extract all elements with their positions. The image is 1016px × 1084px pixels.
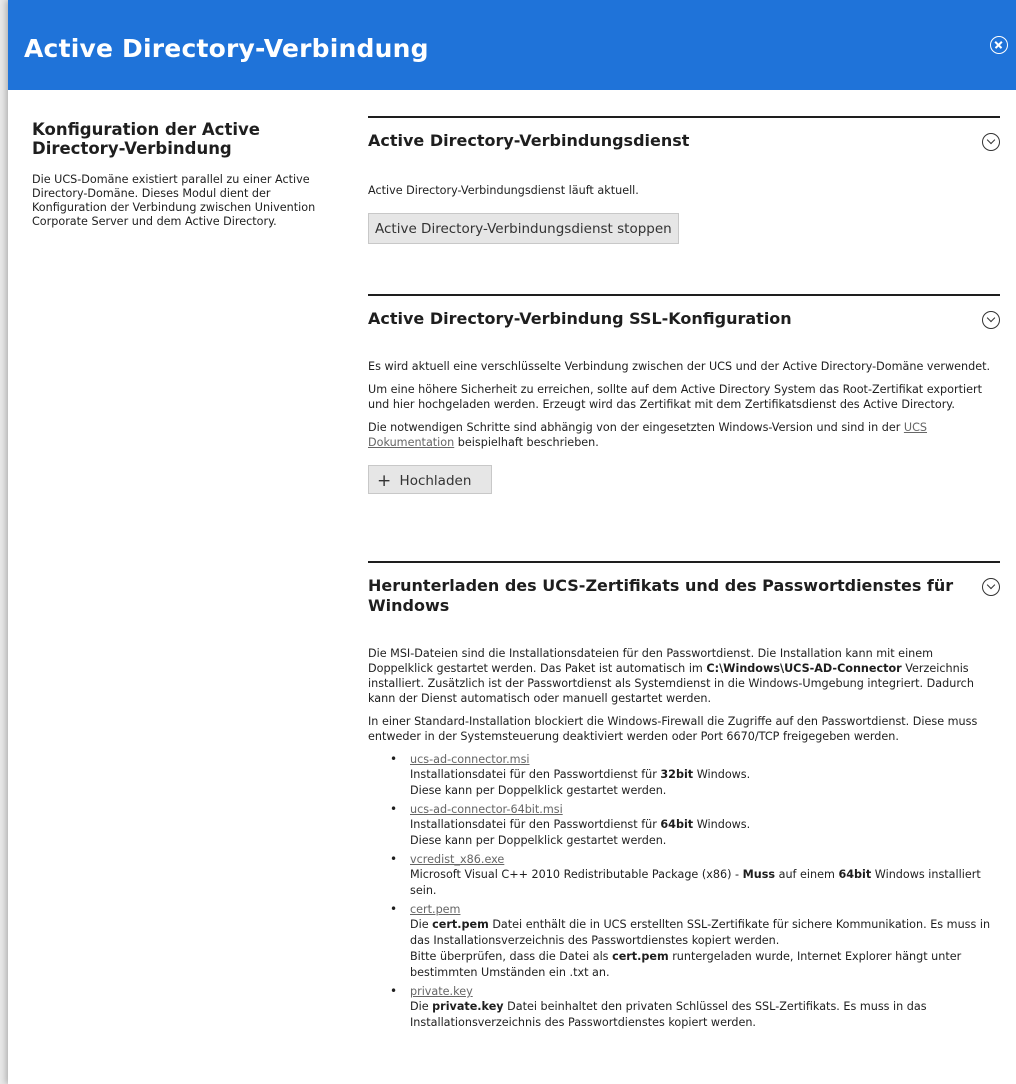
file-description: Die private.key Datei beinhaltet den pri… <box>410 1000 927 1029</box>
file-note: Diese kann per Doppelklick gestartet wer… <box>410 834 667 847</box>
file-link-ucs-ad-connector-msi[interactable]: ucs-ad-connector.msi <box>410 752 1000 767</box>
dialog-window: Active Directory-Verbindung Konfiguratio… <box>8 0 1016 1084</box>
list-item: ucs-ad-connector.msi Installationsdatei … <box>390 752 1000 799</box>
window-title: Active Directory-Verbindung <box>24 34 429 63</box>
file-link-private-key[interactable]: private.key <box>410 984 1000 999</box>
download-section-header[interactable]: Herunterladen des UCS-Zertifikats und de… <box>368 563 1000 616</box>
file-description: Die cert.pem Datei enthält die in UCS er… <box>410 918 991 947</box>
chevron-down-icon[interactable] <box>982 311 1000 329</box>
chevron-down-icon[interactable] <box>982 578 1000 596</box>
sidebar-heading: Konfiguration der Active Directory-Verbi… <box>32 120 260 158</box>
sidebar-description: Die UCS-Domäne existiert parallel zu ein… <box>32 173 316 228</box>
file-link-cert-pem[interactable]: cert.pem <box>410 902 1000 917</box>
list-item: private.key Die private.key Datei beinha… <box>390 984 1000 1031</box>
download-section-title: Herunterladen des UCS-Zertifikats und de… <box>368 576 954 615</box>
list-item: vcredist_x86.exe Microsoft Visual C++ 20… <box>390 852 1000 899</box>
list-item: cert.pem Die cert.pem Datei enthält die … <box>390 902 1000 981</box>
file-description: Installationsdatei für den Passwortdiens… <box>410 818 751 831</box>
chevron-down-icon[interactable] <box>982 133 1000 151</box>
file-note: Bitte überprüfen, dass die Datei als cer… <box>410 950 962 979</box>
title-bar: Active Directory-Verbindung <box>8 0 1016 90</box>
file-description: Microsoft Visual C++ 2010 Redistributabl… <box>410 868 981 897</box>
list-item: ucs-ad-connector-64bit.msi Installations… <box>390 802 1000 849</box>
service-section: Active Directory-Verbindungsdienst Activ… <box>368 116 1000 244</box>
file-link-ucs-ad-connector-64bit-msi[interactable]: ucs-ad-connector-64bit.msi <box>410 802 1000 817</box>
ssl-section: Active Directory-Verbindung SSL-Konfigur… <box>368 294 1000 494</box>
service-status-text: Active Directory-Verbindungsdienst läuft… <box>368 184 639 197</box>
service-section-header[interactable]: Active Directory-Verbindungsdienst <box>368 118 1000 151</box>
ssl-section-header[interactable]: Active Directory-Verbindung SSL-Konfigur… <box>368 296 1000 329</box>
ssl-section-title: Active Directory-Verbindung SSL-Konfigur… <box>368 309 792 328</box>
upload-button-label: Hochladen <box>399 472 472 489</box>
service-section-title: Active Directory-Verbindungsdienst <box>368 131 690 150</box>
stop-service-button[interactable]: Active Directory-Verbindungsdienst stopp… <box>368 213 679 244</box>
download-paragraph-1: Die MSI-Dateien sind die Installationsda… <box>368 647 974 705</box>
file-note: Diese kann per Doppelklick gestartet wer… <box>410 784 667 797</box>
ssl-paragraph-3: Die notwendigen Schritte sind abhängig v… <box>368 421 928 449</box>
file-list: ucs-ad-connector.msi Installationsdatei … <box>390 752 1000 1031</box>
download-paragraph-2: In einer Standard-Installation blockiert… <box>368 715 978 743</box>
file-description: Installationsdatei für den Passwortdiens… <box>410 768 751 781</box>
ssl-paragraph-1: Es wird aktuell eine verschlüsselte Verb… <box>368 360 991 373</box>
sidebar-info: Konfiguration der Active Directory-Verbi… <box>32 120 322 229</box>
ssl-paragraph-2: Um eine höhere Sicherheit zu erreichen, … <box>368 383 982 411</box>
close-icon[interactable] <box>990 36 1008 54</box>
download-section: Herunterladen des UCS-Zertifikats und de… <box>368 561 1000 1034</box>
plus-icon: + <box>377 470 392 491</box>
upload-button[interactable]: + Hochladen <box>368 465 492 494</box>
file-link-vcredist-x86-exe[interactable]: vcredist_x86.exe <box>410 852 1000 867</box>
